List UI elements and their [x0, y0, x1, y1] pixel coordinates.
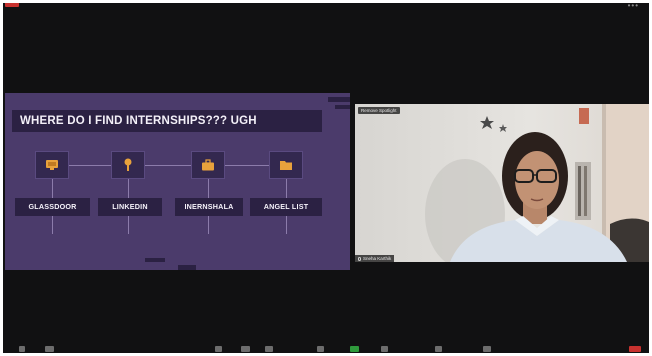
decor-bar	[178, 265, 196, 270]
connector-line	[208, 216, 209, 234]
participant-name-tag: Sneha Karthik	[355, 255, 395, 262]
participant-name: Sneha Karthik	[363, 256, 392, 261]
briefcase-icon	[202, 159, 214, 171]
connector-line	[52, 216, 53, 234]
video-camera-icon[interactable]	[45, 346, 54, 352]
angellist-icon-box	[269, 151, 303, 179]
folder-icon	[280, 161, 292, 170]
reactions-icon[interactable]	[381, 346, 388, 352]
status-badge[interactable]	[5, 3, 19, 7]
participants-icon[interactable]	[241, 346, 250, 352]
decor-bar	[328, 97, 350, 102]
slide-title: WHERE DO I FIND INTERNSHIPS??? UGH	[12, 110, 322, 132]
mic-icon[interactable]	[19, 346, 25, 352]
security-icon[interactable]	[215, 346, 222, 352]
connector-line	[128, 216, 129, 234]
chat-icon[interactable]	[265, 346, 273, 352]
label-angel-list: ANGEL LIST	[250, 198, 322, 216]
decor-bar	[145, 258, 165, 262]
share-screen-icon[interactable]	[350, 346, 359, 352]
label-linkedin: LINKEDIN	[98, 198, 162, 216]
view-options-button[interactable]: •••	[628, 3, 639, 10]
decor-bar	[335, 105, 350, 109]
record-icon[interactable]	[317, 346, 324, 352]
connector-line	[286, 179, 287, 198]
label-glassdoor: GLASSDOOR	[15, 198, 90, 216]
linkedin-icon-box	[111, 151, 145, 179]
shared-screen-slide: WHERE DO I FIND INTERNSHIPS??? UGH GLASS…	[5, 93, 350, 270]
apps-icon[interactable]	[435, 346, 442, 352]
pin-icon	[124, 158, 132, 171]
connector-line	[53, 165, 291, 166]
monitor-icon	[46, 160, 58, 170]
participant-video	[355, 104, 649, 262]
remove-spotlight-button[interactable]: Remove Spotlight	[358, 107, 400, 114]
connector-line	[208, 179, 209, 198]
meeting-toolbar	[3, 343, 649, 353]
glassdoor-icon-box	[35, 151, 69, 179]
connector-line	[286, 216, 287, 234]
participant-video-tile[interactable]: Remove Spotlight Sneha Karthik	[355, 104, 649, 262]
more-icon[interactable]	[483, 346, 491, 352]
end-call-icon[interactable]	[629, 346, 641, 352]
internshala-icon-box	[191, 151, 225, 179]
connector-line	[52, 179, 53, 198]
label-internshala: INERNSHALA	[175, 198, 243, 216]
meeting-window: ••• WHERE DO I FIND INTERNSHIPS??? UGH G…	[3, 3, 649, 353]
connector-line	[128, 179, 129, 198]
mic-icon	[358, 256, 361, 261]
